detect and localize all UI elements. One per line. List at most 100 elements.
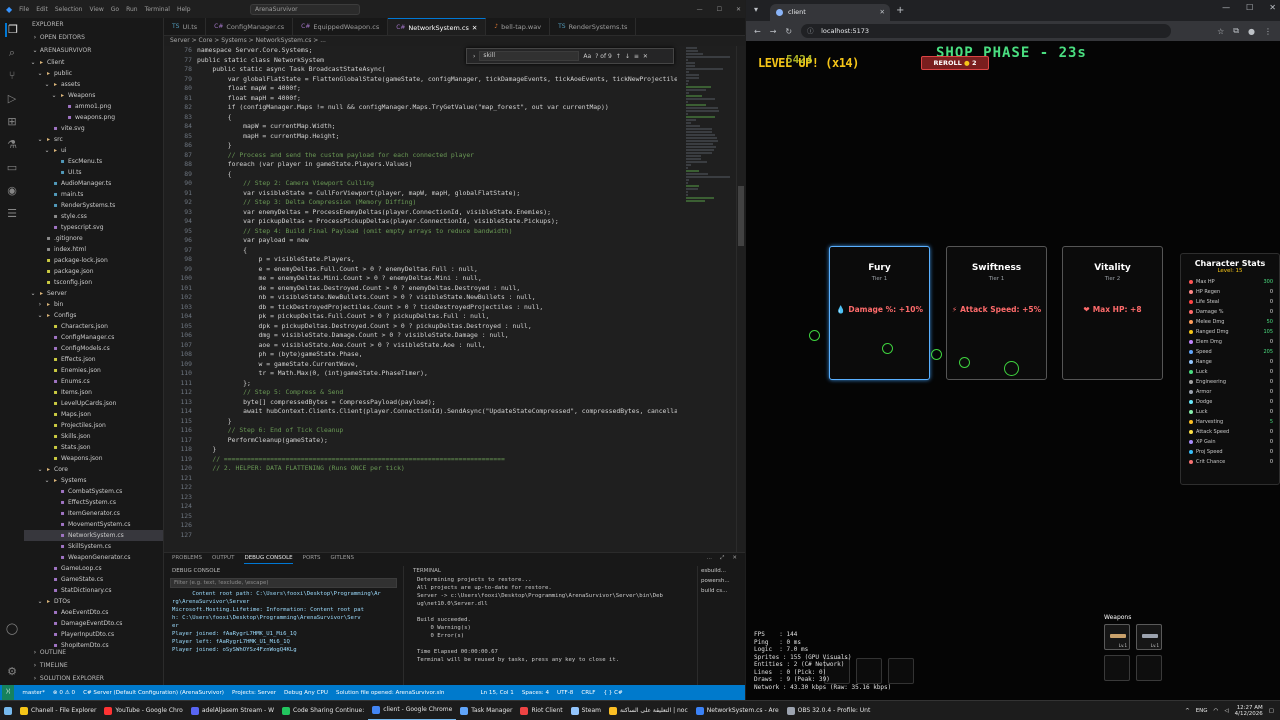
tree-item[interactable]: ▪ Enums.cs bbox=[24, 376, 163, 387]
tab-equippedweapon-cs[interactable]: C# EquippedWeapon.cs bbox=[293, 18, 389, 35]
weapon-slot-1[interactable]: Lv.1 bbox=[1104, 624, 1130, 650]
tree-item[interactable]: ▪ index.html bbox=[24, 244, 163, 255]
tree-item[interactable]: ⌄ ▸ Configs bbox=[24, 310, 163, 321]
project-section[interactable]: ⌄ ARENASURVIVOR bbox=[24, 44, 163, 57]
status-cpu[interactable]: Debug Any CPU bbox=[284, 690, 328, 696]
prev-match-icon[interactable]: ↑ bbox=[616, 53, 621, 60]
search-icon[interactable]: ⌕ bbox=[5, 46, 19, 60]
wifi-icon[interactable]: ◠ bbox=[1214, 708, 1219, 714]
explorer-icon[interactable]: ❐ bbox=[5, 23, 19, 37]
tree-item[interactable]: ▪ StatDictionary.cs bbox=[24, 585, 163, 596]
tree-item[interactable]: ⌄ ▸ Core bbox=[24, 464, 163, 475]
tree-item[interactable]: ▪ Stats.json bbox=[24, 442, 163, 453]
editor-scrollbar[interactable] bbox=[736, 46, 745, 552]
scrollbar-thumb[interactable] bbox=[738, 186, 744, 246]
find-input[interactable]: skill bbox=[479, 51, 580, 61]
settings-gear-icon[interactable]: ⚙ bbox=[5, 665, 19, 679]
taskbar-app[interactable]: YouTube - Google Chro bbox=[100, 701, 186, 720]
tree-item[interactable]: ▪ LevelUpCards.json bbox=[24, 398, 163, 409]
tree-item[interactable]: ▪ .gitignore bbox=[24, 233, 163, 244]
maximize-icon[interactable]: ☐ bbox=[717, 6, 722, 13]
tree-item[interactable]: ⌄ ▸ DTOs bbox=[24, 596, 163, 607]
tab-debug-console[interactable]: DEBUG CONSOLE bbox=[244, 553, 293, 564]
account-icon[interactable]: ◯ bbox=[5, 622, 19, 636]
debug-filter-input[interactable]: Filter (e.g. text, !exclude, \escape) bbox=[170, 578, 397, 588]
tree-item[interactable]: ▪ RenderSystems.ts bbox=[24, 200, 163, 211]
minimap[interactable] bbox=[684, 46, 734, 552]
extensions-icon[interactable]: ⊞ bbox=[5, 115, 19, 129]
tree-item[interactable]: ▪ Characters.json bbox=[24, 321, 163, 332]
tree-item[interactable]: › ▸ bin bbox=[24, 299, 163, 310]
gitlens-icon[interactable]: ◉ bbox=[5, 184, 19, 198]
terminal-instance[interactable]: build cs... bbox=[698, 586, 745, 596]
menu-run[interactable]: Run bbox=[126, 6, 138, 13]
tree-item[interactable]: ▪ package.json bbox=[24, 266, 163, 277]
terminal-output[interactable]: Determining projects to restore... All pr… bbox=[407, 576, 697, 684]
volume-icon[interactable]: ◁ bbox=[1224, 708, 1228, 714]
testing-icon[interactable]: ⚗ bbox=[5, 138, 19, 152]
minimize-icon[interactable]: — bbox=[697, 6, 703, 13]
tab-networksystem-cs[interactable]: C# NetworkSystem.cs ✕ bbox=[388, 18, 487, 36]
status-encoding[interactable]: UTF-8 bbox=[557, 690, 573, 696]
find-toggle-icon[interactable]: › bbox=[473, 53, 475, 60]
tree-item[interactable]: ▪ AoeEventDto.cs bbox=[24, 607, 163, 618]
panel-maximize-icon[interactable]: ⤢ bbox=[720, 553, 724, 564]
tree-item[interactable]: ▪ GameState.cs bbox=[24, 574, 163, 585]
menu-edit[interactable]: Edit bbox=[36, 6, 48, 13]
tab-close-icon[interactable]: ✕ bbox=[472, 19, 477, 36]
tree-item[interactable]: ▪ MovementSystem.cs bbox=[24, 519, 163, 530]
status-language[interactable]: { } C# bbox=[603, 690, 622, 696]
tab-rendersystems-ts[interactable]: TS RenderSystems.ts bbox=[550, 18, 637, 35]
tab-close-icon[interactable]: ✕ bbox=[880, 4, 885, 21]
tree-item[interactable]: ▪ Skills.json bbox=[24, 431, 163, 442]
menu-selection[interactable]: Selection bbox=[55, 6, 83, 13]
tree-item[interactable]: ▪ weapons.png bbox=[24, 112, 163, 123]
tab-output[interactable]: OUTPUT bbox=[212, 553, 234, 564]
profile-avatar-icon[interactable]: ● bbox=[1248, 27, 1255, 36]
taskbar-app[interactable]: client - Google Chrome bbox=[368, 701, 457, 720]
match-case-icon[interactable]: Aa bbox=[583, 53, 591, 60]
status-eol[interactable]: CRLF bbox=[581, 690, 595, 696]
code-editor[interactable]: 76 77 78 79 80 81 82 83 84 85 86 87 88 89 90 91 92 93 94 95… bbox=[164, 46, 745, 552]
tree-item[interactable]: ⌄ ▸ Systems bbox=[24, 475, 163, 486]
find-close-icon[interactable]: ✕ bbox=[643, 53, 648, 60]
tree-item[interactable]: ⌄ ▸ Server bbox=[24, 288, 163, 299]
open-editors-section[interactable]: › OPEN EDITORS bbox=[24, 31, 163, 44]
tree-item[interactable]: ▪ CombatSystem.cs bbox=[24, 486, 163, 497]
tree-item[interactable]: ▪ AudioManager.ts bbox=[24, 178, 163, 189]
extensions-puzzle-icon[interactable]: ⧉ bbox=[1233, 26, 1239, 36]
address-bar[interactable]: ⓘ localhost:5173 bbox=[801, 24, 1172, 38]
tree-item[interactable]: ▪ typescript.svg bbox=[24, 222, 163, 233]
tree-item[interactable]: ▪ vite.svg bbox=[24, 123, 163, 134]
browser-menu-icon[interactable]: ⋮ bbox=[1264, 27, 1272, 36]
weapon-slot-empty[interactable] bbox=[1136, 655, 1162, 681]
browser-tab-client[interactable]: client ✕ bbox=[770, 4, 890, 21]
status-errors[interactable]: ⊗ 0 ⚠ 0 bbox=[53, 690, 75, 696]
clock[interactable]: 12:27 AM 4/12/2026 bbox=[1235, 705, 1263, 718]
tree-item[interactable]: ▪ main.ts bbox=[24, 189, 163, 200]
tree-item[interactable]: ▪ ItemGenerator.cs bbox=[24, 508, 163, 519]
menu-go[interactable]: Go bbox=[111, 6, 119, 13]
forward-icon[interactable]: → bbox=[770, 27, 777, 36]
tree-item[interactable]: ⌄ ▸ ui bbox=[24, 145, 163, 156]
taskbar-app[interactable]: التعليقة على الساكنة | noc bbox=[605, 701, 692, 720]
game-canvas[interactable]: LEVEL UP! (x14) 5424 SHOP PHASE - 23s RE… bbox=[746, 41, 1280, 700]
tree-item[interactable]: ▪ PlayerInputDto.cs bbox=[24, 629, 163, 640]
taskbar-app[interactable]: adelAljasem Stream - W bbox=[187, 701, 278, 720]
taskbar-app[interactable]: Task Manager bbox=[456, 701, 516, 720]
tree-item[interactable]: ▪ UI.ts bbox=[24, 167, 163, 178]
back-icon[interactable]: ← bbox=[754, 27, 761, 36]
taskbar-app[interactable]: Riot Client bbox=[516, 701, 566, 720]
new-tab-icon[interactable]: + bbox=[896, 5, 904, 16]
tree-item[interactable]: ▪ style.css bbox=[24, 211, 163, 222]
weapon-slot-empty[interactable] bbox=[1104, 655, 1130, 681]
tree-item[interactable]: ▪ Effects.json bbox=[24, 354, 163, 365]
tree-item[interactable]: ▪ tsconfig.json bbox=[24, 277, 163, 288]
browser-maximize-icon[interactable]: ☐ bbox=[1246, 3, 1253, 12]
site-info-icon[interactable]: ⓘ bbox=[807, 24, 814, 38]
menu-terminal[interactable]: Terminal bbox=[145, 6, 170, 13]
tree-item[interactable]: ▪ SkillSystem.cs bbox=[24, 541, 163, 552]
tree-item[interactable]: ▪ EscMenu.ts bbox=[24, 156, 163, 167]
taskbar-app[interactable]: Steam bbox=[567, 701, 605, 720]
tree-item[interactable]: ⌄ ▸ src bbox=[24, 134, 163, 145]
